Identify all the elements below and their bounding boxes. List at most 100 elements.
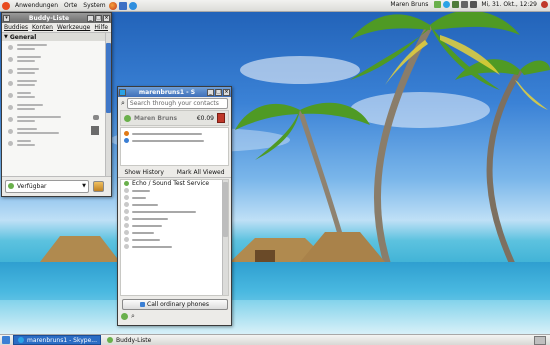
offline-status-icon [124, 202, 129, 207]
search-icon: ⌕ [121, 98, 125, 107]
update-icon[interactable] [452, 1, 460, 8]
buddy-entry[interactable] [2, 113, 111, 125]
menu-applications[interactable]: Anwendungen [15, 2, 58, 9]
mark-all-viewed-button[interactable]: Mark All Viewed [177, 169, 225, 176]
top-panel: Anwendungen Orte System Maren Bruns Mi, … [0, 0, 550, 12]
event-item[interactable] [121, 130, 228, 137]
mail-icon[interactable] [118, 1, 127, 10]
collapse-triangle-icon[interactable]: ▼ [4, 34, 8, 40]
available-status-icon [8, 183, 14, 189]
offline-status-icon [8, 140, 13, 146]
show-desktop-icon[interactable] [2, 336, 10, 344]
menu-tools[interactable]: Werkzeuge [57, 24, 90, 31]
sea-reflection [0, 300, 550, 334]
offline-status-icon [8, 92, 13, 98]
contact-item[interactable] [121, 236, 228, 243]
buddy-entry[interactable] [2, 101, 111, 113]
online-status-icon[interactable] [124, 114, 131, 122]
offline-status-icon [8, 44, 13, 50]
maximize-icon[interactable]: □ [215, 88, 222, 96]
pidgin-tray-icon[interactable] [434, 1, 442, 8]
network-icon[interactable] [461, 1, 469, 8]
taskbar-buddy-list[interactable]: Buddy-Liste [103, 336, 154, 344]
buddy-entry[interactable] [2, 65, 111, 77]
buddy-scrollbar[interactable] [105, 33, 111, 176]
call-phones-label: Call ordinary phones [147, 300, 209, 308]
scrollbar-thumb[interactable] [223, 182, 228, 237]
offline-status-icon [8, 128, 13, 134]
offline-status-icon [8, 80, 13, 86]
offline-status-icon [124, 237, 129, 242]
buddy-entry[interactable] [2, 89, 111, 101]
contact-item[interactable] [121, 201, 228, 208]
scrollbar-thumb[interactable] [106, 43, 111, 113]
account-row[interactable]: Maren Bruns €0.09 [120, 110, 229, 126]
user-name[interactable]: Maren Bruns [390, 1, 428, 8]
skype-window: marenbruns1 - S _ □ × ⌕ Search through y… [117, 86, 232, 326]
contact-item[interactable] [121, 229, 228, 236]
contact-item[interactable] [121, 208, 228, 215]
shutdown-icon[interactable] [541, 1, 548, 8]
offline-status-icon [124, 209, 129, 214]
minimize-icon[interactable]: _ [207, 88, 214, 96]
menu-accounts[interactable]: Konten [32, 24, 53, 31]
window-menu-icon[interactable]: ▾ [3, 14, 10, 22]
offline-status-icon [124, 244, 129, 249]
bookmark-icon[interactable] [217, 113, 225, 123]
online-status-icon [124, 181, 129, 186]
skype-titlebar[interactable]: marenbruns1 - S _ □ × [118, 87, 231, 97]
contact-item-echo[interactable]: Echo / Sound Test Service [121, 180, 228, 187]
contact-item[interactable] [121, 215, 228, 222]
offline-status-icon [8, 116, 13, 122]
emote-icon[interactable] [93, 180, 104, 192]
chevron-down-icon: ▼ [82, 183, 86, 189]
help-icon[interactable] [128, 1, 137, 10]
show-history-button[interactable]: Show History [124, 169, 163, 176]
menu-buddies[interactable]: Buddies [4, 24, 28, 31]
group-name: General [9, 33, 37, 41]
menu-system[interactable]: System [83, 2, 105, 9]
contact-item[interactable] [121, 243, 228, 250]
clock[interactable]: Mi, 31. Okt., 12:29 [481, 1, 537, 8]
menu-places[interactable]: Orte [64, 2, 77, 9]
firefox-icon[interactable] [108, 1, 117, 10]
group-header[interactable]: ▼ General [2, 33, 111, 41]
event-item[interactable] [121, 137, 228, 144]
offline-status-icon [8, 104, 13, 110]
offline-status-icon [124, 223, 129, 228]
minimize-icon[interactable]: _ [87, 14, 94, 22]
echo-contact-name: Echo / Sound Test Service [132, 180, 210, 187]
buddy-entry[interactable] [2, 41, 111, 53]
close-icon[interactable]: × [103, 14, 110, 22]
buddy-list-window: ▾ Buddy-Liste _ □ × Buddies Konten Werkz… [1, 12, 112, 197]
gnome-foot-icon[interactable] [2, 1, 10, 10]
skype-logo-icon[interactable] [119, 88, 126, 96]
contact-scrollbar[interactable] [222, 180, 228, 295]
buddy-entry[interactable] [2, 53, 111, 65]
online-status-icon[interactable] [121, 312, 128, 320]
search-row: ⌕ Search through your contacts [118, 97, 231, 109]
buddy-entry[interactable] [2, 125, 111, 137]
buddy-avatar [91, 126, 99, 135]
search-placeholder: Search through your contacts [129, 99, 219, 107]
call-ordinary-phones-button[interactable]: Call ordinary phones [121, 298, 228, 310]
volume-icon[interactable] [470, 1, 478, 8]
skype-tray-icon[interactable] [443, 1, 451, 8]
maximize-icon[interactable]: □ [95, 14, 102, 22]
buddy-entry[interactable] [2, 137, 111, 149]
contact-item[interactable] [121, 194, 228, 201]
phone-icon [140, 301, 146, 307]
buddy-entry[interactable] [2, 77, 111, 89]
pidgin-icon [107, 337, 113, 343]
menu-help[interactable]: Hilfe [94, 24, 108, 31]
contact-item[interactable] [121, 187, 228, 194]
buddy-list-titlebar[interactable]: ▾ Buddy-Liste _ □ × [2, 13, 111, 23]
contact-item[interactable] [121, 222, 228, 229]
search-input[interactable]: Search through your contacts [126, 97, 228, 109]
search-icon[interactable]: ⌕ [131, 312, 135, 321]
window-title: marenbruns1 - S [138, 88, 196, 96]
skype-statusbar: ⌕ [118, 311, 231, 321]
status-selector[interactable]: Verfügbar ▼ [5, 179, 89, 193]
close-icon[interactable]: × [223, 88, 230, 96]
chat-bubble-icon [93, 115, 99, 120]
